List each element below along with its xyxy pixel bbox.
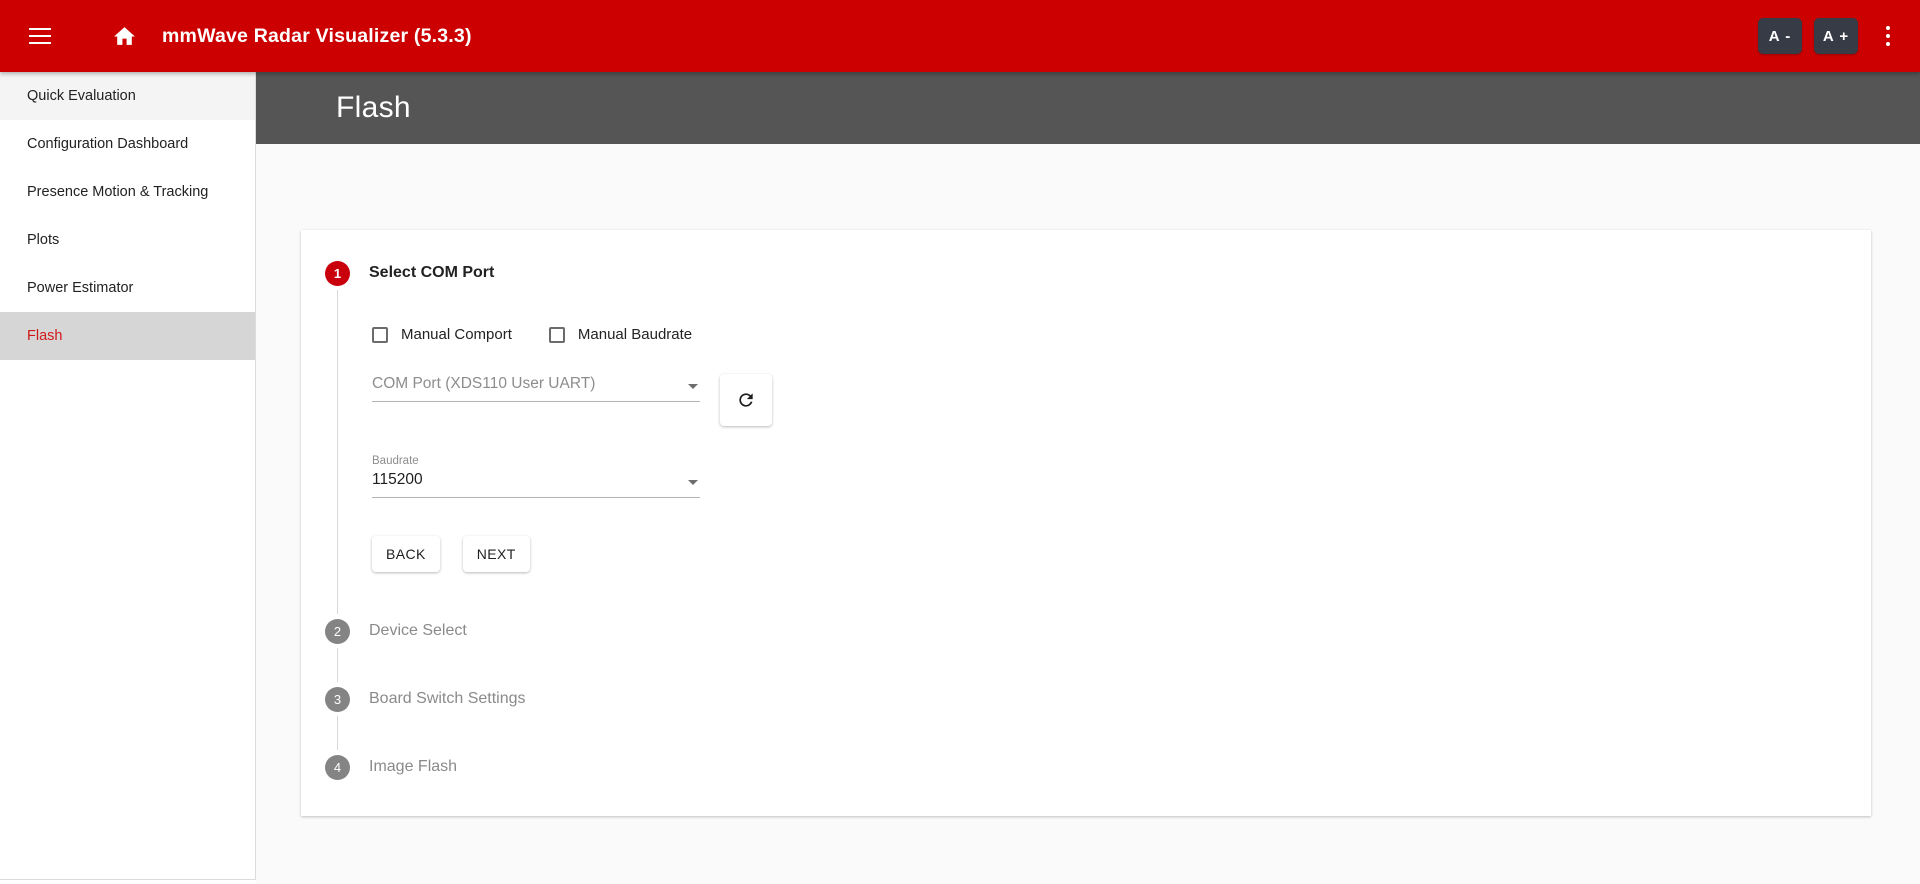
sidebar-item-label: Configuration Dashboard (27, 136, 189, 152)
step-label: Image Flash (369, 758, 458, 775)
checkbox-manual-comport[interactable]: Manual Comport (372, 326, 512, 343)
com-port-row: COM Port (XDS110 User UART) (372, 374, 1871, 426)
sidebar-item-flash[interactable]: Flash (0, 312, 255, 360)
refresh-com-ports-button[interactable] (720, 374, 772, 426)
sidebar-item-plots[interactable]: Plots (0, 216, 255, 264)
sidebar-item-label: Quick Evaluation (27, 88, 136, 104)
font-decrease-button[interactable]: A - (1758, 18, 1802, 54)
page-title: Flash (336, 91, 411, 124)
step-header-image-flash[interactable]: 4 Image Flash (301, 750, 1871, 784)
sidebar-item-label: Plots (27, 232, 60, 248)
checkbox-manual-baudrate[interactable]: Manual Baudrate (548, 326, 693, 343)
app-title: mmWave Radar Visualizer (5.3.3) (162, 24, 472, 47)
baudrate-value: 115200 (372, 471, 423, 488)
checkbox-box-icon (372, 326, 388, 343)
flash-wizard-card: 1 Select COM Port Manual Comport Manual … (301, 230, 1871, 816)
app-header: mmWave Radar Visualizer (5.3.3) A - A + (0, 0, 1920, 72)
sidebar-item-quick-evaluation[interactable]: Quick Evaluation (0, 72, 255, 120)
flash-stepper: 1 Select COM Port Manual Comport Manual … (301, 256, 1871, 784)
font-increase-button[interactable]: A + (1814, 18, 1858, 54)
sidebar-item-power-estimator[interactable]: Power Estimator (0, 264, 255, 312)
next-button[interactable]: NEXT (462, 536, 530, 572)
app-header-right: A - A + (1746, 14, 1920, 58)
step-connector (337, 580, 1871, 614)
step-header-board-switch-settings[interactable]: 3 Board Switch Settings (301, 682, 1871, 716)
refresh-icon (739, 393, 753, 407)
baudrate-label: Baudrate (372, 455, 419, 467)
kebab-menu-icon[interactable] (1868, 14, 1908, 58)
hamburger-glyph (29, 28, 51, 44)
step-number-badge: 4 (325, 754, 350, 780)
step-header-select-com-port[interactable]: 1 Select COM Port (301, 256, 1871, 290)
step-label: Device Select (369, 622, 467, 639)
com-port-select[interactable]: COM Port (XDS110 User UART) (372, 374, 700, 402)
back-button[interactable]: BACK (372, 536, 440, 572)
baudrate-row: Baudrate 115200 (372, 454, 1871, 498)
step-number-badge: 3 (325, 686, 350, 712)
sidebar-item-label: Flash (27, 328, 63, 344)
com-port-placeholder: COM Port (XDS110 User UART) (372, 375, 596, 392)
baudrate-select[interactable]: Baudrate 115200 (372, 454, 700, 498)
sidebar-item-label: Presence Motion & Tracking (27, 184, 209, 200)
sidebar-item-presence-motion-tracking[interactable]: Presence Motion & Tracking (0, 168, 255, 216)
checkbox-label: Manual Comport (401, 326, 512, 343)
app-header-left: mmWave Radar Visualizer (5.3.3) (0, 12, 472, 60)
chevron-down-icon (688, 480, 698, 485)
content-area: 1 Select COM Port Manual Comport Manual … (256, 144, 1920, 884)
home-icon[interactable] (100, 12, 148, 60)
hamburger-menu-icon[interactable] (16, 12, 64, 60)
manual-options-row: Manual Comport Manual Baudrate (372, 290, 1871, 343)
sidebar: Quick Evaluation Configuration Dashboard… (0, 72, 256, 880)
step-connector (337, 648, 1871, 682)
step-content-select-com-port: Manual Comport Manual Baudrate COM Port … (337, 290, 1871, 580)
step-header-device-select[interactable]: 2 Device Select (301, 614, 1871, 648)
step-number-badge: 2 (325, 618, 350, 644)
sidebar-item-label: Power Estimator (27, 280, 134, 296)
step-connector (337, 716, 1871, 750)
sidebar-item-configuration-dashboard[interactable]: Configuration Dashboard (0, 120, 255, 168)
step-label: Select COM Port (369, 264, 495, 281)
step-label: Board Switch Settings (369, 690, 526, 707)
checkbox-label: Manual Baudrate (577, 326, 693, 343)
step-nav-buttons: BACK NEXT (372, 536, 1871, 572)
step-number-badge: 1 (325, 260, 350, 286)
chevron-down-icon (688, 384, 698, 389)
page-header-band: Flash (256, 72, 1920, 144)
checkbox-box-icon (548, 326, 565, 343)
